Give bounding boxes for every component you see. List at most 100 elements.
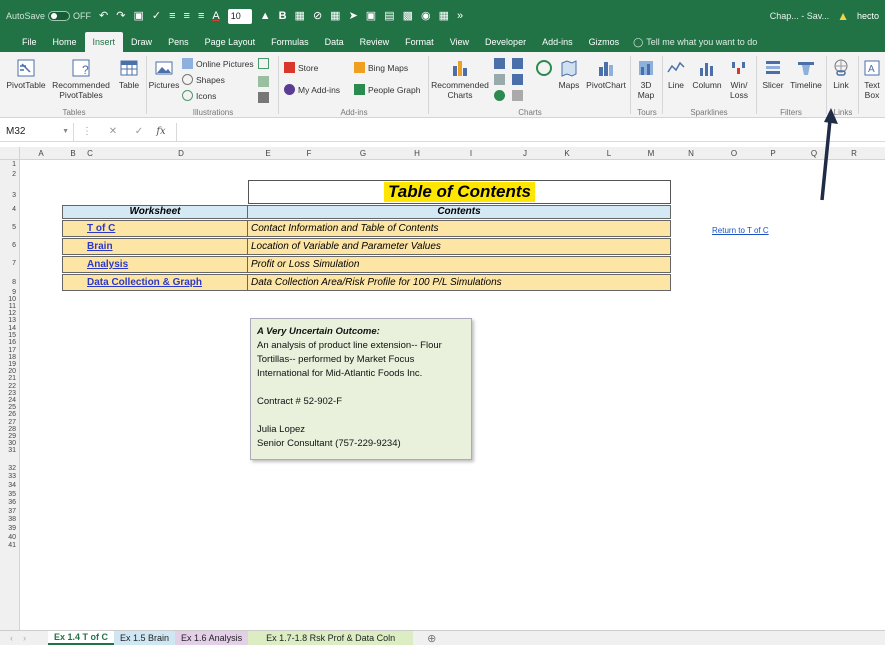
tab-pens[interactable]: Pens: [160, 32, 197, 52]
toc-desc[interactable]: Location of Variable and Parameter Value…: [247, 238, 671, 255]
user-name[interactable]: hecto: [857, 11, 879, 21]
chevron-left-icon[interactable]: ‹: [10, 633, 13, 643]
column-header[interactable]: J: [523, 149, 527, 158]
row-header[interactable]: 40: [0, 534, 16, 541]
bold-icon[interactable]: B: [279, 10, 287, 22]
check-icon[interactable]: ✓: [152, 10, 161, 22]
pictures-button[interactable]: Pictures: [148, 58, 180, 90]
tab-gizmos[interactable]: Gizmos: [581, 32, 628, 52]
tab-review[interactable]: Review: [352, 32, 398, 52]
sparkline-column-button[interactable]: Column: [690, 58, 724, 90]
maps-button[interactable]: Maps: [556, 58, 582, 90]
row-header[interactable]: 9: [0, 289, 16, 296]
row-header[interactable]: 22: [0, 383, 16, 390]
formula-input[interactable]: [176, 122, 885, 141]
toc-desc[interactable]: Profit or Loss Simulation: [247, 256, 671, 273]
save-icon[interactable]: ▣: [133, 10, 143, 22]
hierarchy-chart-button[interactable]: [494, 74, 505, 85]
toc-link-t-of-c[interactable]: T of C: [62, 220, 248, 237]
shapes-button[interactable]: Shapes: [182, 74, 225, 85]
my-addins-button[interactable]: My Add-ins: [284, 84, 340, 95]
row-header[interactable]: 33: [0, 473, 16, 480]
column-header[interactable]: P: [770, 149, 775, 158]
undo-icon[interactable]: ↶: [99, 10, 108, 22]
bar-chart-button[interactable]: [512, 74, 523, 85]
row-header[interactable]: 1: [0, 161, 16, 168]
column-header[interactable]: L: [607, 149, 611, 158]
align-left-icon[interactable]: ≡: [169, 10, 175, 22]
row-header[interactable]: 5: [0, 224, 16, 231]
column-header[interactable]: D: [178, 149, 184, 158]
row-header[interactable]: 10: [0, 296, 16, 303]
tab-page-layout[interactable]: Page Layout: [197, 32, 264, 52]
row-header[interactable]: 7: [0, 260, 16, 267]
column-header[interactable]: H: [414, 149, 420, 158]
pivotchart-button[interactable]: PivotChart: [584, 58, 628, 90]
row-header[interactable]: 28: [0, 426, 16, 433]
pie-chart-button[interactable]: [494, 90, 505, 101]
column-chart-button[interactable]: [494, 58, 505, 69]
tab-draw[interactable]: Draw: [123, 32, 160, 52]
people-graph-button[interactable]: People Graph: [354, 84, 420, 95]
row-header[interactable]: 39: [0, 525, 16, 532]
column-header[interactable]: R: [851, 149, 857, 158]
add-sheet-icon[interactable]: ⊕: [413, 631, 450, 645]
row-header[interactable]: 21: [0, 375, 16, 382]
print-preview-icon[interactable]: ▤: [384, 10, 394, 22]
toc-link-brain[interactable]: Brain: [62, 238, 248, 255]
tab-format[interactable]: Format: [397, 32, 442, 52]
grid-icon[interactable]: ▦: [439, 10, 449, 22]
row-header[interactable]: 3: [0, 192, 16, 199]
row-header[interactable]: 14: [0, 325, 16, 332]
pointer-icon[interactable]: ➤: [349, 10, 358, 22]
icons-button[interactable]: Icons: [182, 90, 216, 101]
tab-view[interactable]: View: [442, 32, 477, 52]
row-header[interactable]: 20: [0, 368, 16, 375]
tell-me-box[interactable]: ◯ Tell me what you want to do: [627, 32, 765, 52]
camera-icon[interactable]: ◉: [421, 10, 431, 22]
recommended-charts-button[interactable]: Recommended Charts: [430, 58, 490, 100]
row-header[interactable]: 18: [0, 354, 16, 361]
row-header[interactable]: 25: [0, 404, 16, 411]
row-header[interactable]: 12: [0, 310, 16, 317]
slicer-button[interactable]: Slicer: [758, 58, 788, 90]
combo-chart-button[interactable]: [534, 58, 554, 80]
row-header[interactable]: 35: [0, 491, 16, 498]
select-all-corner[interactable]: [0, 147, 20, 160]
row-header[interactable]: 37: [0, 508, 16, 515]
font-size-box[interactable]: 10: [227, 8, 252, 24]
column-header[interactable]: F: [307, 149, 312, 158]
row-header[interactable]: 6: [0, 242, 16, 249]
column-header[interactable]: C: [87, 149, 93, 158]
row-header[interactable]: 30: [0, 440, 16, 447]
toc-link-analysis[interactable]: Analysis: [62, 256, 248, 273]
pivottable-button[interactable]: PivotTable: [4, 58, 48, 90]
cancel-icon[interactable]: ✕: [100, 126, 126, 137]
table-button[interactable]: Table: [114, 58, 144, 90]
tab-data[interactable]: Data: [317, 32, 352, 52]
row-header[interactable]: 23: [0, 390, 16, 397]
column-header[interactable]: M: [648, 149, 655, 158]
row-header[interactable]: 13: [0, 317, 16, 324]
screenshot-button[interactable]: [258, 76, 269, 87]
enter-icon[interactable]: ✓: [126, 126, 152, 137]
align-center-icon[interactable]: ≡: [184, 10, 190, 22]
table-icon[interactable]: ▦: [295, 10, 305, 22]
column-header[interactable]: B: [70, 149, 75, 158]
row-header[interactable]: 34: [0, 482, 16, 489]
column-header[interactable]: A: [38, 149, 43, 158]
more-icon[interactable]: »: [457, 10, 463, 22]
print-icon[interactable]: ▩: [403, 10, 413, 22]
chevron-right-icon[interactable]: ›: [23, 633, 26, 643]
store-button[interactable]: Store: [284, 62, 318, 73]
row-header[interactable]: 8: [0, 279, 16, 286]
row-header[interactable]: 2: [0, 171, 16, 178]
header-worksheet[interactable]: Worksheet: [62, 205, 248, 219]
row-header[interactable]: 27: [0, 419, 16, 426]
row-header[interactable]: 17: [0, 347, 16, 354]
row-header[interactable]: 32: [0, 465, 16, 472]
tab-developer[interactable]: Developer: [477, 32, 534, 52]
sparkline-winloss-button[interactable]: Win/ Loss: [726, 58, 752, 100]
column-header[interactable]: N: [688, 149, 694, 158]
row-header[interactable]: 11: [0, 303, 16, 310]
